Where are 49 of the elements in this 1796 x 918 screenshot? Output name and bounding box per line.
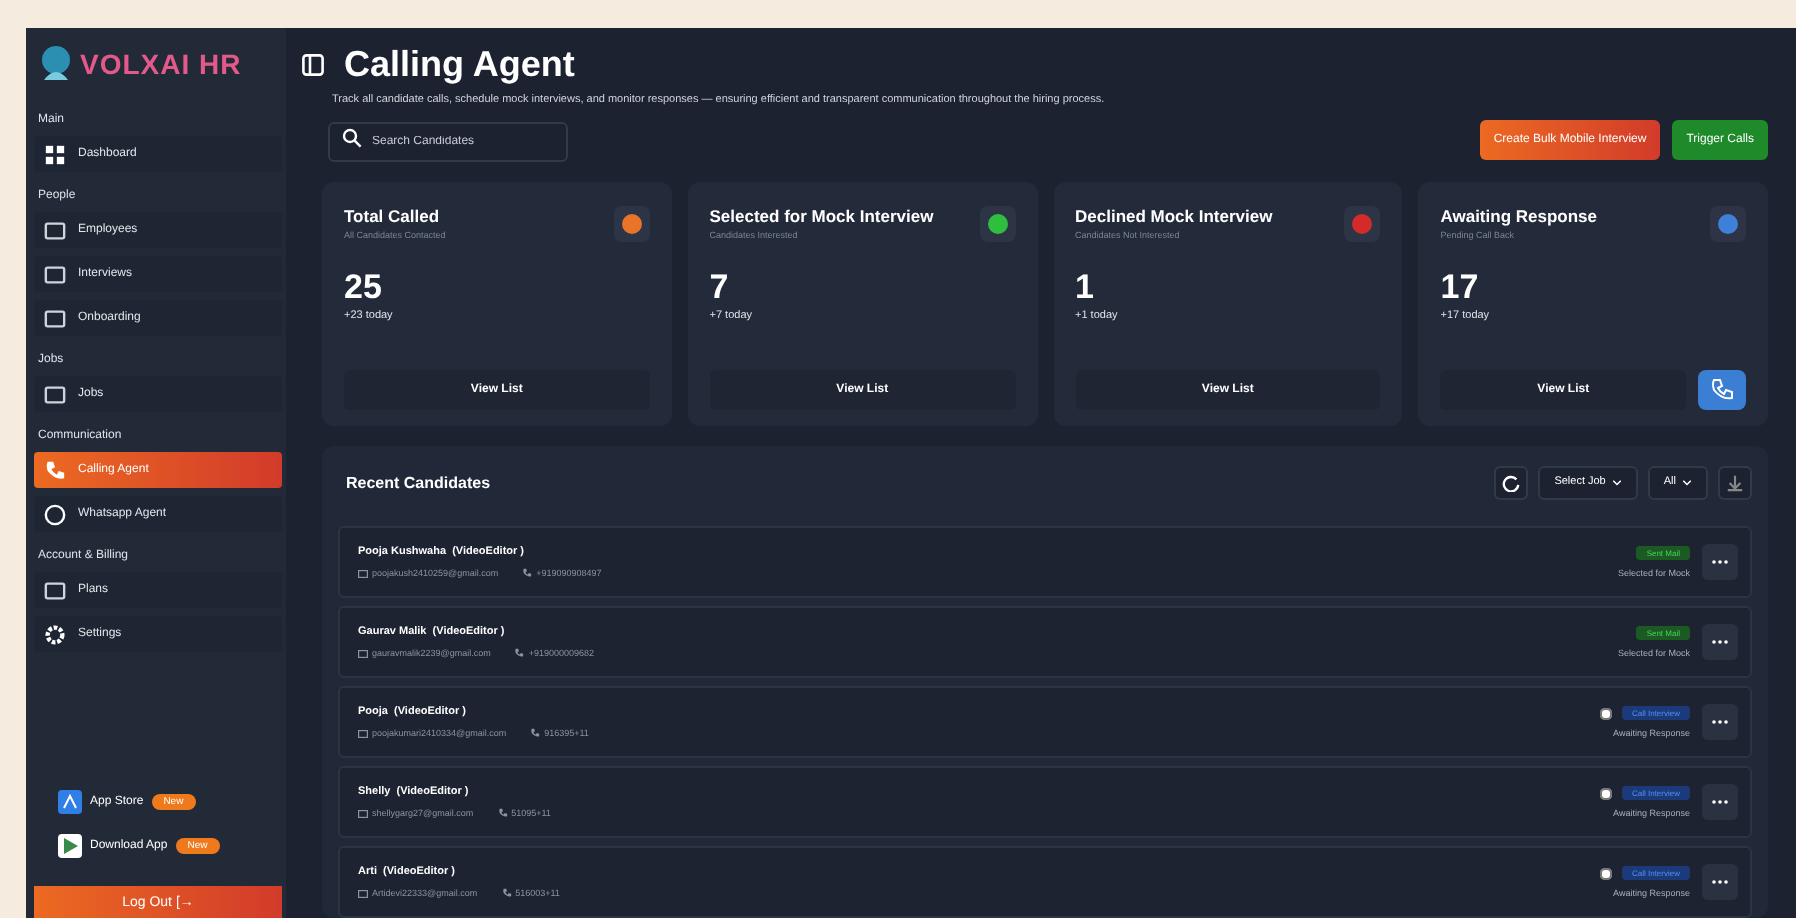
chevron-down-icon	[1611, 479, 1622, 485]
stat-title: Awaiting Response	[1440, 206, 1597, 226]
stat-title: Declined Mock Interview	[1075, 206, 1273, 226]
row-checkbox[interactable]	[1599, 707, 1612, 719]
search-icon	[342, 128, 362, 148]
mail-icon	[358, 569, 368, 577]
mail-icon	[358, 809, 368, 817]
status-icon	[1710, 206, 1746, 242]
phone-icon	[1710, 378, 1734, 402]
more-button[interactable]	[1702, 864, 1738, 900]
play-icon[interactable]	[58, 834, 82, 858]
mail-icon	[358, 729, 368, 737]
page-title: Calling Agent	[344, 44, 575, 86]
more-button[interactable]	[1702, 784, 1738, 820]
status-icon	[1344, 206, 1381, 242]
refresh-icon	[1502, 473, 1521, 491]
refresh-button[interactable]	[1494, 465, 1529, 499]
row-checkbox[interactable]	[1599, 787, 1612, 799]
phone-icon	[514, 648, 525, 658]
stat-value: 7	[709, 268, 731, 308]
stat-value: 17	[1440, 268, 1481, 308]
download-button[interactable]	[1718, 465, 1752, 499]
stat-title: Total Called	[344, 206, 442, 226]
download-icon	[1726, 473, 1744, 491]
more-button[interactable]	[1702, 544, 1738, 580]
phone-icon	[530, 728, 541, 738]
phone-icon	[522, 568, 533, 578]
stat-title: Selected for Mock Interview	[709, 206, 934, 226]
phone-icon	[44, 459, 66, 481]
brand-name: VOLXAI HR	[80, 48, 242, 80]
phone-icon	[497, 808, 508, 818]
more-button[interactable]	[1702, 704, 1738, 740]
settings-icon	[44, 623, 66, 645]
stat-value: 25	[344, 268, 384, 308]
sidebar-toggle-icon[interactable]	[302, 54, 324, 76]
status-icon	[613, 206, 650, 242]
grid-icon	[44, 143, 66, 165]
chevron-down-icon	[1682, 479, 1692, 485]
more-button[interactable]	[1702, 624, 1738, 660]
stat-value: 1	[1075, 268, 1096, 308]
mail-icon	[358, 649, 368, 657]
panel-title: Recent Candidates	[346, 473, 491, 491]
app-store-icon[interactable]	[58, 790, 82, 814]
phone-icon	[501, 888, 512, 898]
mail-icon	[358, 889, 368, 897]
status-icon	[979, 206, 1015, 242]
logo-icon	[38, 44, 74, 84]
row-checkbox[interactable]	[1599, 867, 1612, 879]
call-button[interactable]	[1698, 370, 1746, 410]
